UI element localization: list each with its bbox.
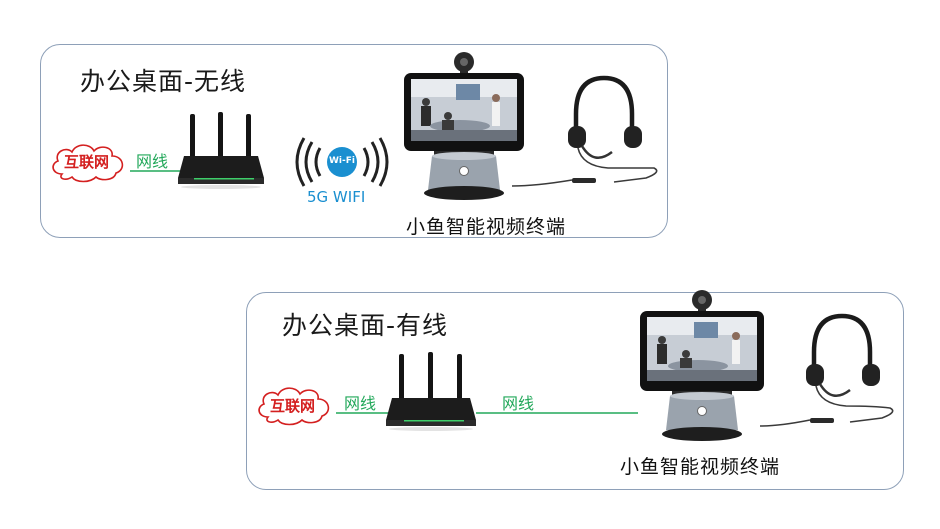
cable-label-1: 网线: [344, 394, 377, 413]
cable-label-2: 网线: [502, 394, 535, 413]
cable-line-1: [336, 412, 390, 414]
headset-icon-2: [759, 313, 894, 427]
cable-line-2: [476, 412, 638, 414]
router-icon-2: [386, 352, 476, 431]
router-icon: [178, 112, 264, 189]
internet-label: 互联网: [64, 153, 110, 171]
video-terminal-label-2: 小鱼智能视频终端: [620, 456, 781, 478]
internet-label-2: 互联网: [270, 397, 316, 415]
cable-label: 网线: [136, 152, 169, 171]
